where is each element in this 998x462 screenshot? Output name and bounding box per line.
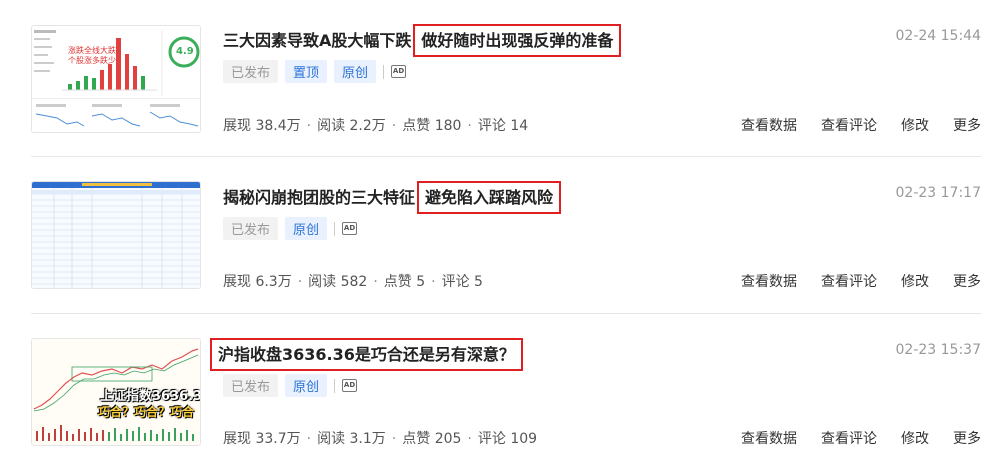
edit-link[interactable]: 修改	[901, 428, 929, 448]
article-thumbnail[interactable]	[31, 181, 201, 289]
more-link[interactable]: 更多	[953, 271, 981, 291]
status-badge: 已发布	[223, 374, 279, 397]
reads-stat: 阅读 582	[308, 274, 368, 290]
comments-stat: 评论 5	[441, 274, 483, 290]
article-title-text: 揭秘闪崩抱团股的三大特征	[223, 188, 416, 207]
ad-icon: AD	[391, 65, 407, 78]
article-title[interactable]: 沪指收盘3636.36是巧合还是另有深意？	[210, 338, 523, 371]
article-stats: 展现 38.4万 · 阅读 2.2万 · 点赞 180 · 评论 14	[223, 118, 529, 134]
ad-icon: AD	[342, 222, 358, 235]
tag-group: 已发布 置顶 原创 AD	[223, 60, 407, 83]
thumbnail-subline: 巧合？巧合？巧合	[98, 405, 195, 419]
article-row: 揭秘闪崩抱团股的三大特征 避免陷入踩踏风险 02-23 17:17 已发布 原创 …	[31, 157, 981, 305]
tag-group: 已发布 原创 AD	[223, 374, 358, 397]
view-comments-link[interactable]: 查看评论	[821, 271, 877, 291]
article-row: 上证指数3636.3 巧合？巧合？巧合 沪指收盘3636.36是巧合还是另有深意…	[31, 314, 981, 462]
article-title-highlight: 避免陷入踩踏风险	[417, 181, 562, 214]
publish-date: 02-24 15:44	[895, 28, 981, 44]
likes-stat: 点赞 5	[383, 274, 426, 290]
article-actions: 查看数据 查看评论 修改 更多	[741, 271, 981, 291]
original-badge: 原创	[334, 60, 377, 83]
publish-date: 02-23 17:17	[895, 185, 981, 201]
article-stats: 展现 6.3万 · 阅读 582 · 点赞 5 · 评论 5	[223, 274, 483, 290]
more-link[interactable]: 更多	[953, 115, 981, 135]
article-title[interactable]: 三大因素导致A股大幅下跌 做好随时出现强反弹的准备	[223, 24, 622, 57]
article-stats: 展现 33.7万 · 阅读 3.1万 · 点赞 205 · 评论 109	[223, 431, 538, 447]
status-badge: 已发布	[223, 60, 279, 83]
edit-link[interactable]: 修改	[901, 115, 929, 135]
tag-group: 已发布 原创 AD	[223, 217, 358, 240]
article-actions: 查看数据 查看评论 修改 更多	[741, 428, 981, 448]
view-data-link[interactable]: 查看数据	[741, 428, 797, 448]
original-badge: 原创	[285, 374, 328, 397]
more-link[interactable]: 更多	[953, 428, 981, 448]
pinned-badge: 置顶	[285, 60, 328, 83]
article-title-text: 三大因素导致A股大幅下跌	[223, 31, 412, 50]
divider	[334, 378, 336, 393]
impressions-stat: 展现 33.7万	[223, 431, 301, 447]
article-title[interactable]: 揭秘闪崩抱团股的三大特征 避免陷入踩踏风险	[223, 181, 562, 214]
comments-stat: 评论 14	[477, 118, 529, 134]
reads-stat: 阅读 2.2万	[317, 118, 386, 134]
view-comments-link[interactable]: 查看评论	[821, 115, 877, 135]
article-actions: 查看数据 查看评论 修改 更多	[741, 115, 981, 135]
edit-link[interactable]: 修改	[901, 271, 929, 291]
view-data-link[interactable]: 查看数据	[741, 115, 797, 135]
article-thumbnail[interactable]: 上证指数3636.3 巧合？巧合？巧合	[31, 338, 201, 446]
view-comments-link[interactable]: 查看评论	[821, 428, 877, 448]
divider	[334, 221, 336, 236]
likes-stat: 点赞 180	[402, 118, 462, 134]
comments-stat: 评论 109	[477, 431, 538, 447]
original-badge: 原创	[285, 217, 328, 240]
reads-stat: 阅读 3.1万	[317, 431, 386, 447]
article-title-highlight: 做好随时出现强反弹的准备	[413, 24, 622, 57]
impressions-stat: 展现 38.4万	[223, 118, 301, 134]
article-title-highlight: 沪指收盘3636.36是巧合还是另有深意？	[210, 338, 523, 371]
view-data-link[interactable]: 查看数据	[741, 271, 797, 291]
impressions-stat: 展现 6.3万	[223, 274, 292, 290]
likes-stat: 点赞 205	[402, 431, 462, 447]
publish-date: 02-23 15:37	[895, 342, 981, 358]
status-badge: 已发布	[223, 217, 279, 240]
ad-icon: AD	[342, 379, 358, 392]
thumbnail-caption: 涨跌全线大跌 个股涨多跌少	[68, 46, 116, 65]
thumbnail-number: 4.9	[176, 46, 194, 57]
article-thumbnail[interactable]: 涨跌全线大跌 个股涨多跌少 4.9	[31, 25, 201, 133]
article-row: 涨跌全线大跌 个股涨多跌少 4.9 三大因素导致A股大幅下跌 做好随时出现强反弹的…	[31, 0, 981, 148]
thumbnail-headline: 上证指数3636.3	[100, 389, 201, 404]
divider	[383, 64, 385, 79]
